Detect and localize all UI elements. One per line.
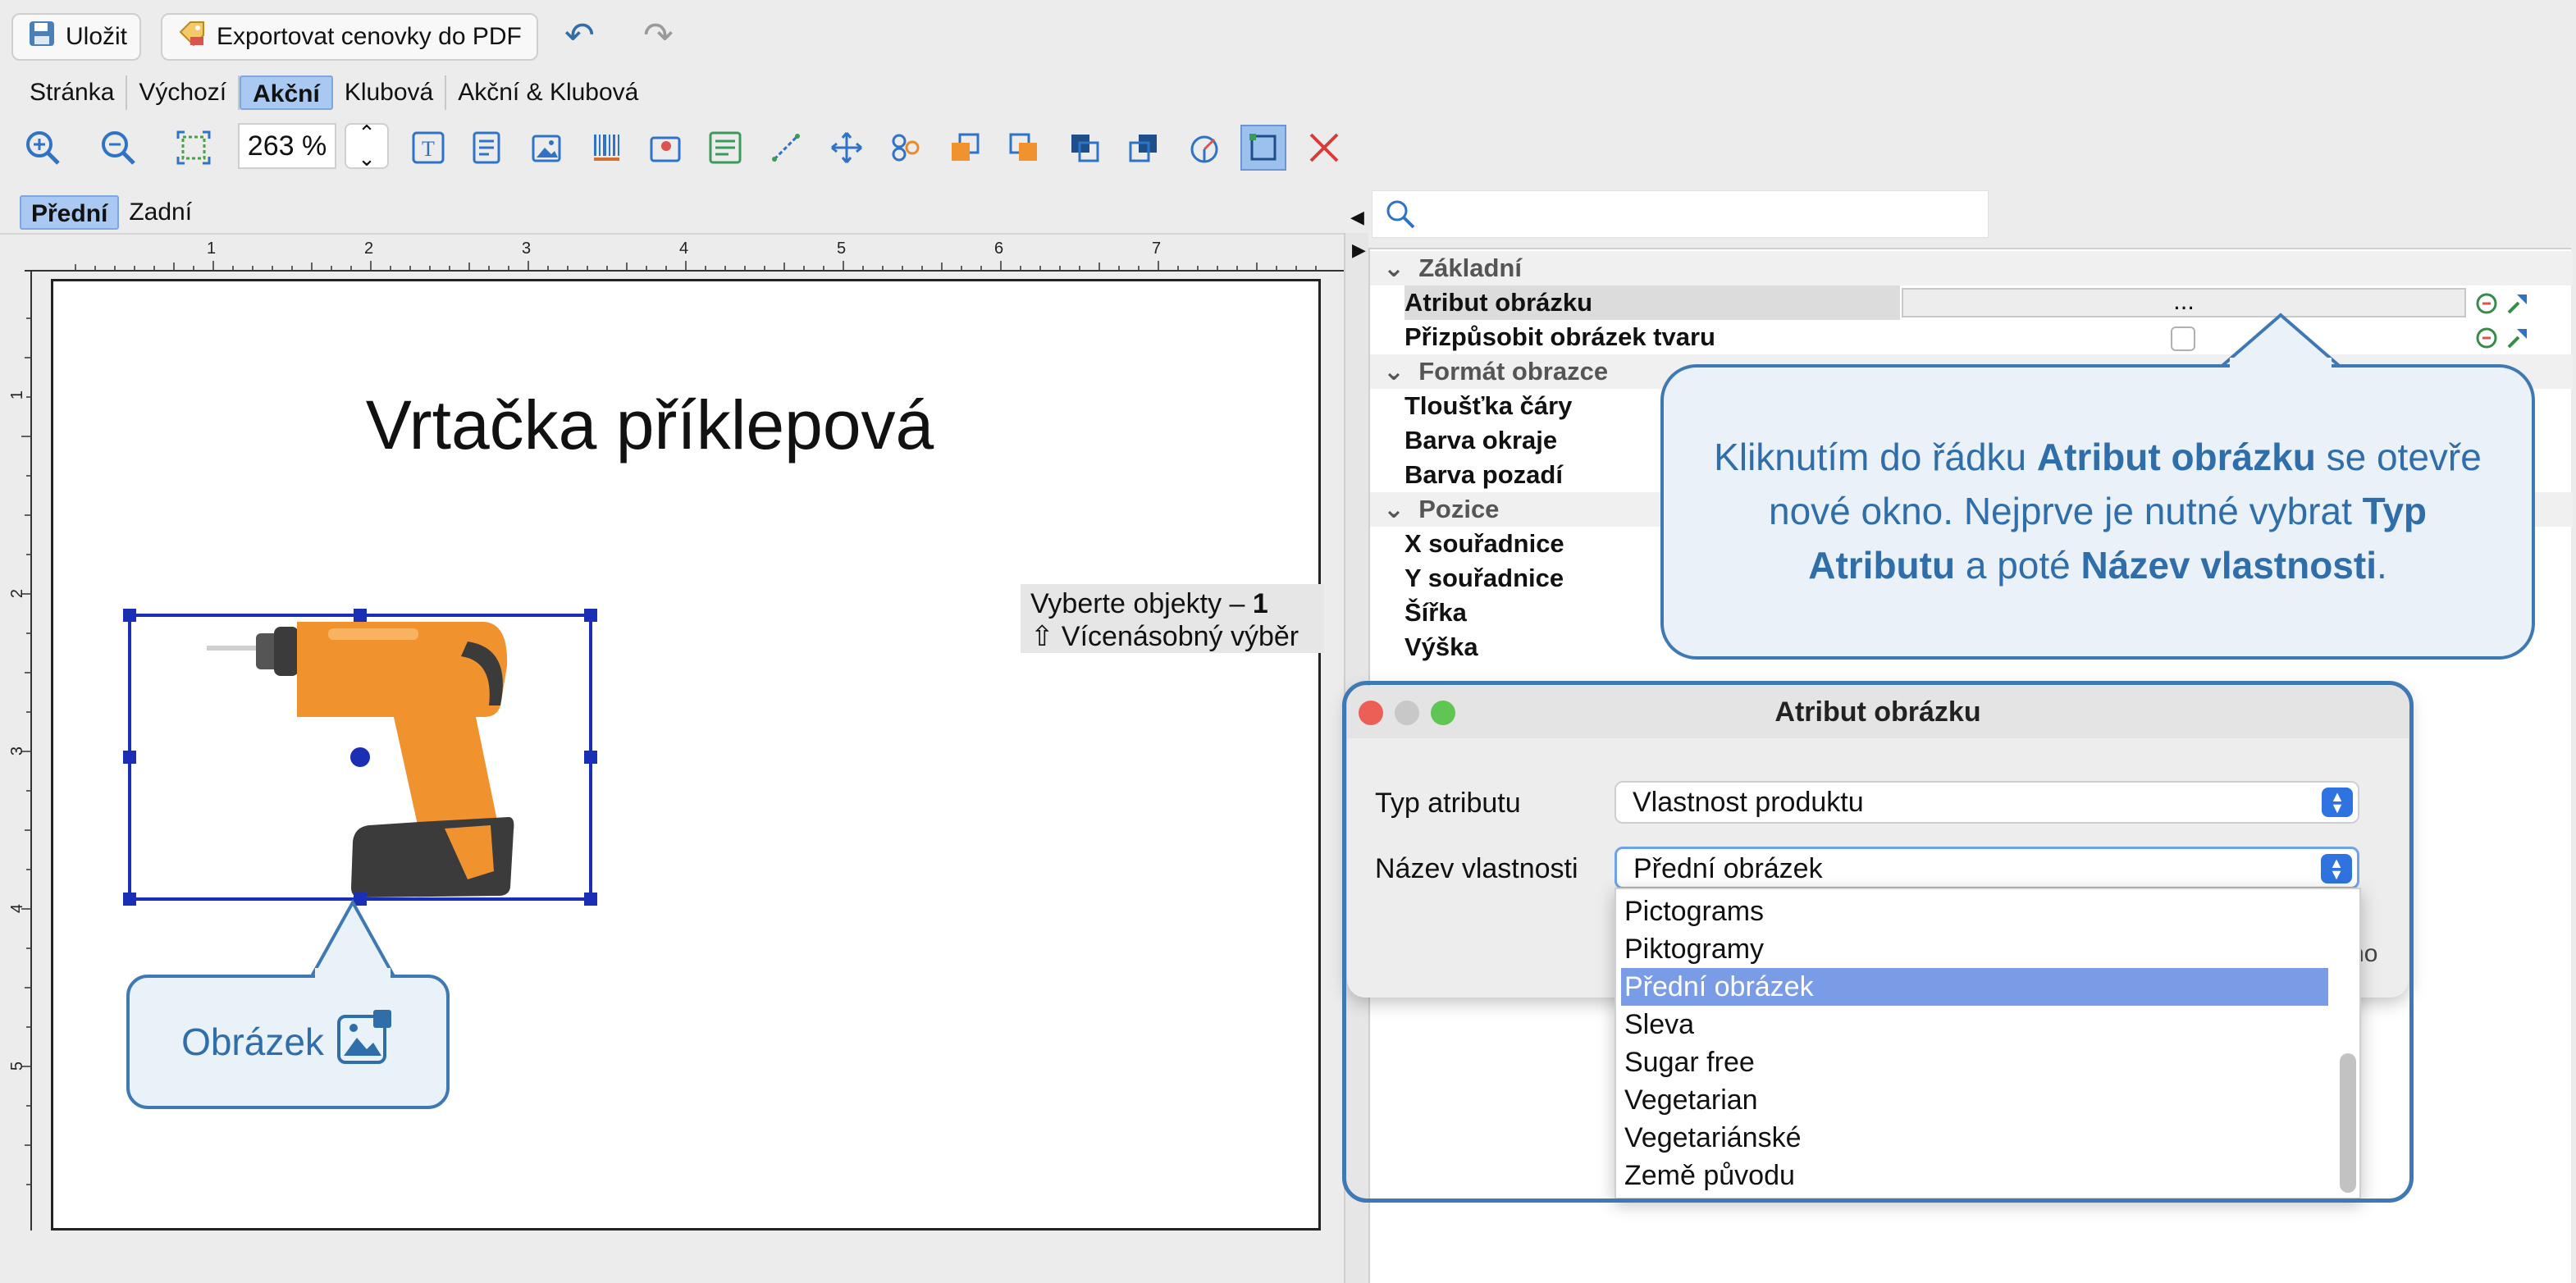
group-shape-format-label: Formát obrazce xyxy=(1418,357,1609,386)
callout-pointer xyxy=(310,899,395,977)
chevron-down-icon: ⌄ xyxy=(1383,495,1404,523)
callout-text-3: a poté xyxy=(1955,544,2081,587)
bring-front-icon[interactable] xyxy=(942,125,988,171)
selected-image-object[interactable] xyxy=(123,609,601,906)
ruler-top-label: 6 xyxy=(994,240,1004,258)
ruler-top: 1 2 3 4 5 6 7 xyxy=(25,240,1344,272)
tab-akcni-klubova[interactable]: Akční & Klubová xyxy=(446,75,650,110)
selection-hint-text: Vyberte objekty – xyxy=(1030,588,1245,619)
tab-vychozi[interactable]: Výchozí xyxy=(127,75,240,110)
top-toolbar: Uložit Exportovat cenovky do PDF ↶ ↷ xyxy=(0,0,2576,71)
tab-akcni[interactable]: Akční xyxy=(240,75,333,110)
tab-zadni[interactable]: Zadní xyxy=(119,195,202,230)
ruler-top-label: 5 xyxy=(837,240,847,258)
ruler-left-label: 4 xyxy=(8,903,27,914)
main-callout-pointer-mask xyxy=(2230,358,2332,371)
callout-pointer-mask xyxy=(315,968,391,981)
ruler-left-label: 1 xyxy=(8,390,27,400)
callout-text-1: Kliknutím do řádku xyxy=(1714,436,2037,478)
row-image-attribute[interactable]: Atribut obrázku ... xyxy=(1370,285,2573,320)
group-basic-label: Základní xyxy=(1418,253,1522,282)
callout-text-4: . xyxy=(2377,544,2387,587)
save-button[interactable]: Uložit xyxy=(11,13,141,61)
group-position-label: Pozice xyxy=(1418,495,1500,523)
export-pdf-button[interactable]: Exportovat cenovky do PDF xyxy=(161,13,538,61)
pin-image-icon[interactable] xyxy=(643,125,689,171)
ruler-top-label: 2 xyxy=(364,240,374,258)
send-backward-icon[interactable] xyxy=(1062,125,1108,171)
ruler-left: 1 2 3 4 5 xyxy=(0,271,33,1230)
callout-bold-1: Atribut obrázku xyxy=(2036,436,2316,478)
product-title[interactable]: Vrtačka příklepová xyxy=(51,386,1249,465)
image-tool-icon[interactable] xyxy=(525,125,571,171)
tab-predni[interactable]: Přední xyxy=(20,195,120,230)
zoom-stepper[interactable]: ⌃ ⌄ xyxy=(345,121,389,171)
side-tabs: Přední Zadní xyxy=(20,195,202,230)
send-back-icon[interactable] xyxy=(1121,125,1167,171)
ruler-top-label: 1 xyxy=(207,240,217,258)
redo-icon[interactable]: ↷ xyxy=(643,18,674,54)
floppy-icon xyxy=(28,20,56,54)
zoom-out-icon[interactable] xyxy=(95,125,141,171)
property-search-input[interactable] xyxy=(1372,190,1989,238)
callout-bold-3: Název vlastnosti xyxy=(2080,544,2377,587)
group-basic[interactable]: ⌄ Základní xyxy=(1370,251,2573,285)
dialog-highlight-outline xyxy=(1342,681,2414,1203)
save-label: Uložit xyxy=(66,23,128,50)
ruler-left-label: 2 xyxy=(8,588,27,599)
callout-image-label: Obrázek xyxy=(181,1020,324,1063)
image-callout: Obrázek xyxy=(126,975,450,1109)
multi-select-hint: ⇧ Vícenásobný výběr xyxy=(1030,621,1299,652)
image-attribute-value[interactable]: ... xyxy=(1902,288,2466,317)
text-tool-icon[interactable]: T xyxy=(405,125,451,171)
move-icon[interactable] xyxy=(824,125,870,171)
chevron-down-icon: ⌄ xyxy=(1383,357,1404,386)
ruler-top-label: 7 xyxy=(1152,240,1162,258)
group-icon[interactable] xyxy=(883,125,929,171)
zoom-field[interactable]: 263 % xyxy=(238,123,336,169)
fit-page-icon[interactable] xyxy=(171,125,217,171)
export-label: Exportovat cenovky do PDF xyxy=(217,23,522,50)
selection-hint: Vyberte objekty – 1 ⇧ Vícenásobný výběr xyxy=(1021,584,1324,653)
search-icon xyxy=(1384,198,1417,235)
tag-pdf-icon xyxy=(177,19,207,55)
collapse-right-icon[interactable]: ▶ xyxy=(1352,240,1366,261)
fit-image-checkbox[interactable] xyxy=(2171,326,2195,351)
list-tool-icon[interactable] xyxy=(702,125,748,171)
ruler-left-label: 3 xyxy=(8,746,27,756)
editor-toolbar: T xyxy=(0,115,1362,180)
image-icon xyxy=(336,1008,395,1076)
zoom-in-icon[interactable] xyxy=(20,125,66,171)
tab-klubova[interactable]: Klubová xyxy=(333,75,447,110)
ruler-top-label: 3 xyxy=(522,240,532,258)
chevron-down-icon: ⌄ xyxy=(1383,253,1404,282)
svg-text:T: T xyxy=(422,137,435,161)
fit-image-label: Přizpůsobit obrázek tvaru xyxy=(1404,322,1715,351)
template-tabs: Stránka Výchozí Akční Klubová Akční & Kl… xyxy=(18,75,650,110)
ruler-top-label: 4 xyxy=(679,240,689,258)
undo-icon[interactable]: ↶ xyxy=(564,18,595,54)
ruler-left-label: 5 xyxy=(8,1061,27,1071)
rotate-icon[interactable] xyxy=(1181,125,1227,171)
tab-stranka[interactable]: Stránka xyxy=(18,75,128,110)
bring-forward-icon[interactable] xyxy=(1001,125,1047,171)
selection-count: 1 xyxy=(1252,588,1268,619)
rich-text-icon[interactable] xyxy=(464,125,510,171)
collapse-left-icon[interactable]: ◀ xyxy=(1350,207,1364,228)
barcode-icon[interactable] xyxy=(584,125,630,171)
instruction-callout: Kliknutím do řádku Atribut obrázku se ot… xyxy=(1660,364,2535,660)
delete-icon[interactable] xyxy=(1301,125,1347,171)
row-fit-image[interactable]: Přizpůsobit obrázek tvaru xyxy=(1370,320,2573,354)
line-tool-icon[interactable] xyxy=(763,125,809,171)
image-attribute-label: Atribut obrázku xyxy=(1404,285,1900,320)
edit-mode-icon[interactable] xyxy=(1240,125,1286,171)
chevron-up-down-icon: ⌃ ⌄ xyxy=(358,121,376,171)
